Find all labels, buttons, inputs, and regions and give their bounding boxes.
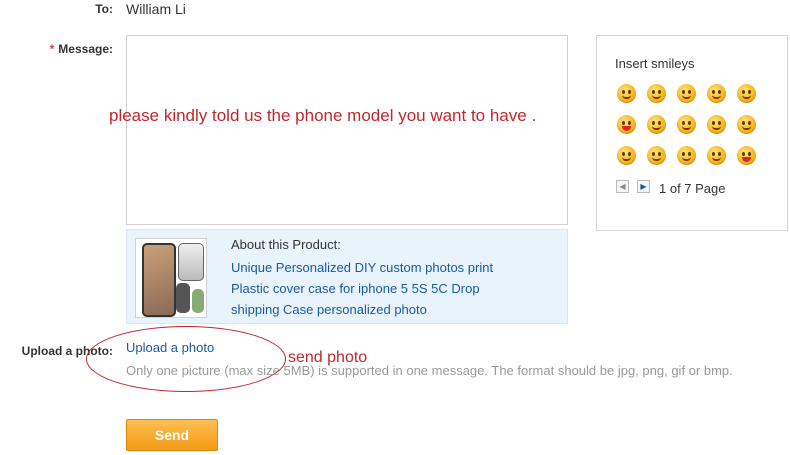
product-title-line[interactable]: Plastic cover case for iphone 5 5S 5C Dr… <box>231 281 480 296</box>
product-title-line[interactable]: shipping Case personalized photo <box>231 302 427 317</box>
to-label: To: <box>95 2 113 16</box>
phone-case-image <box>192 289 204 313</box>
shocked-icon[interactable] <box>707 146 726 165</box>
smiley-panel-title: Insert smileys <box>615 56 695 71</box>
recipient-name: William Li <box>126 1 186 17</box>
product-info-box: About this Product: Unique Personalized … <box>126 229 568 324</box>
sleepy-icon[interactable] <box>737 115 756 134</box>
blush-icon[interactable] <box>677 115 696 134</box>
message-label: Message: <box>58 42 113 56</box>
phone-case-image <box>176 283 190 313</box>
page-indicator: 1 of 7 Page <box>659 181 726 196</box>
cool-icon[interactable] <box>647 146 666 165</box>
love-icon[interactable] <box>737 146 756 165</box>
wink-tongue-icon[interactable] <box>647 84 666 103</box>
angry-icon[interactable] <box>677 146 696 165</box>
sick-icon[interactable] <box>617 146 636 165</box>
product-thumbnail[interactable] <box>135 238 207 318</box>
laugh-icon[interactable] <box>707 84 726 103</box>
product-title-line[interactable]: Unique Personalized DIY custom photos pr… <box>231 260 493 275</box>
phone-case-image <box>142 243 176 317</box>
smile-icon[interactable] <box>617 84 636 103</box>
send-photo-annotation: send photo <box>288 349 368 366</box>
cry-icon[interactable] <box>647 115 666 134</box>
happy-cry-icon[interactable] <box>707 115 726 134</box>
surprised-icon[interactable] <box>737 84 756 103</box>
shout-icon[interactable] <box>617 115 636 134</box>
about-product-label: About this Product: <box>231 237 341 252</box>
prev-page-button[interactable]: ◀ <box>616 180 629 193</box>
required-mark: * <box>49 42 55 56</box>
annotation-circle <box>86 326 286 392</box>
send-button[interactable]: Send <box>126 419 218 451</box>
message-text: please kindly told us the phone model yo… <box>109 106 537 125</box>
message-textarea[interactable]: please kindly told us the phone model yo… <box>109 35 568 225</box>
smiley-panel: Insert smileys ◀ ▶ 1 of 7 Page <box>596 35 788 231</box>
phone-case-image <box>178 243 204 281</box>
message-label-group: * Message: <box>50 42 113 56</box>
next-page-button[interactable]: ▶ <box>637 180 650 193</box>
grin-icon[interactable] <box>677 84 696 103</box>
